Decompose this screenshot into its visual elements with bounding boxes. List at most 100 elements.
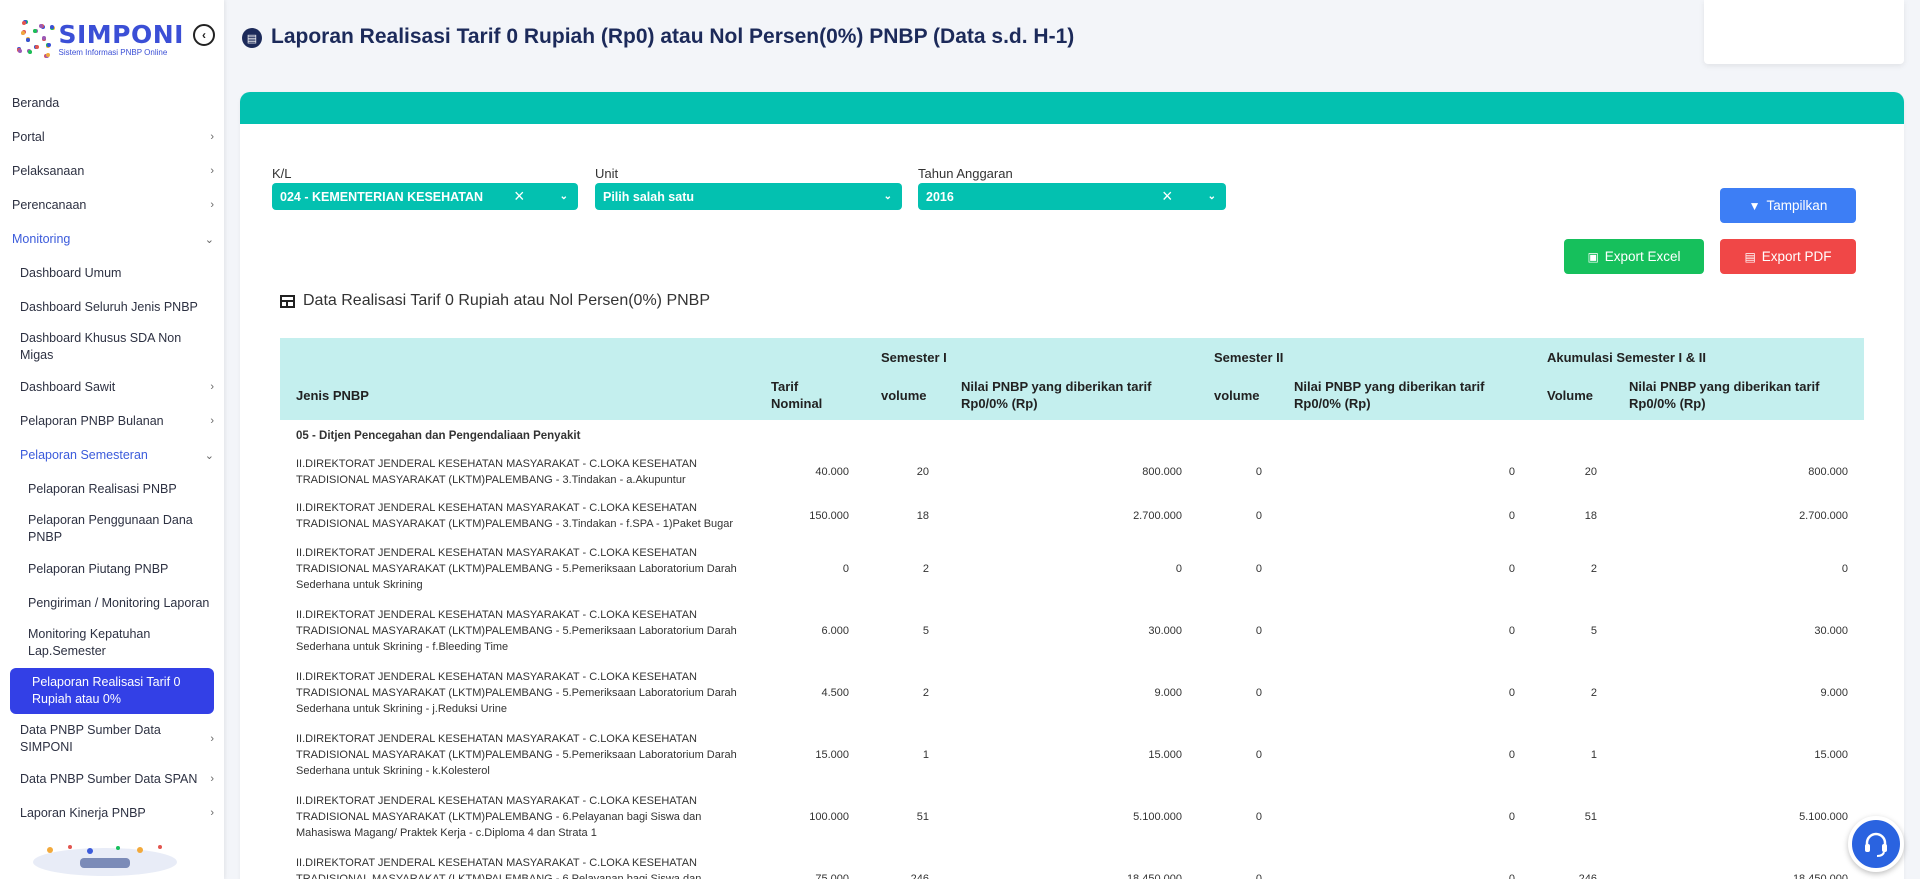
sidebar-item-pelaksanaan[interactable]: Pelaksanaan › [0, 154, 224, 188]
logo-icon [14, 17, 55, 61]
tahun-select-value: 2016 [926, 189, 954, 204]
cell-volume-s1: 5 [922, 625, 929, 637]
logo-dot [17, 48, 22, 53]
logo[interactable]: SIMPONI Sistem Informasi PNBP Online [14, 16, 184, 62]
page-title: Laporan Realisasi Tarif 0 Rupiah (Rp0) a… [271, 25, 1075, 48]
cell-tarif: 150.000 [809, 510, 849, 522]
cell-nilai-s2: 0 [1508, 563, 1515, 575]
logo-dot [46, 42, 51, 47]
sidebar-item-label: Pelaporan Semesteran [20, 448, 148, 462]
sidebar-item-label: Data PNBP Sumber Data SIMPONI [20, 723, 161, 754]
user-panel[interactable] [1704, 0, 1904, 64]
cell-volume-total: 246 [1578, 873, 1597, 879]
cell-volume-s2: 0 [1255, 811, 1262, 823]
chevron-down-icon: ⌄ [883, 191, 892, 202]
collapse-sidebar-button[interactable]: ‹ [193, 24, 215, 46]
sidebar-item-pelaporan-realisasi[interactable]: Pelaporan Realisasi PNBP [0, 472, 224, 506]
sidebar-item-label: Laporan Kinerja PNBP [20, 806, 146, 820]
cell-volume-total: 20 [1584, 466, 1597, 478]
clear-icon[interactable]: × [514, 186, 525, 207]
sidebar-item-pengiriman[interactable]: Pengiriman / Monitoring Laporan [0, 586, 224, 620]
sidebar-item-pelaporan-piutang[interactable]: Pelaporan Piutang PNBP [0, 552, 224, 586]
cell-volume-s1: 246 [910, 873, 929, 879]
cell-volume-s2: 0 [1255, 466, 1262, 478]
sidebar-item-dashboard-umum[interactable]: Dashboard Umum [0, 256, 224, 290]
cell-nilai-s1: 18.450.000 [1126, 873, 1182, 879]
table-row: II.DIREKTORAT JENDERAL KESEHATAN MASYARA… [280, 786, 1864, 848]
col-nilai-s1: Nilai PNBP yang diberikan tarif Rp0/0% (… [961, 379, 1152, 411]
sidebar-item-monitoring-kepatuhan[interactable]: Monitoring Kepatuhan Lap.Semester [0, 620, 224, 666]
help-chat-button[interactable] [1848, 816, 1904, 872]
cell-nilai-s2: 0 [1508, 510, 1515, 522]
tampilkan-button[interactable]: ▼ Tampilkan [1720, 188, 1856, 223]
kl-select[interactable]: 024 - KEMENTERIAN KESEHATAN × ⌄ [272, 183, 578, 210]
sidebar-item-portal[interactable]: Portal › [0, 120, 224, 154]
filter-icon: ▼ [1748, 198, 1761, 213]
sidebar-item-label: Dashboard Khusus SDA Non Migas [20, 331, 182, 362]
sidebar-item-label: Pelaksanaan [12, 164, 85, 178]
sidebar-item-data-simponi[interactable]: Data PNBP Sumber Data SIMPONI › [0, 716, 224, 762]
sidebar-item-label: Perencanaan [12, 198, 87, 212]
sidebar-item-dashboard-sawit[interactable]: Dashboard Sawit › [0, 370, 224, 404]
chevron-down-icon: ⌄ [1207, 191, 1216, 202]
sidebar-menu: Beranda Portal › Pelaksanaan › Perencanaan… [0, 86, 224, 830]
sidebar-item-label: Pelaporan Piutang PNBP [28, 562, 169, 576]
kl-select-value: 024 - KEMENTERIAN KESEHATAN [280, 189, 484, 204]
sidebar-item-data-span[interactable]: Data PNBP Sumber Data SPAN › [0, 762, 224, 796]
chevron-right-icon: › [210, 381, 214, 393]
sidebar-item-label: Pengiriman / Monitoring Laporan [28, 596, 210, 610]
cell-nilai-total: 5.100.000 [1799, 811, 1848, 823]
sidebar-item-label: Monitoring [12, 232, 71, 246]
logo-dot [26, 37, 31, 42]
cell-volume-total: 5 [1590, 625, 1597, 637]
clear-icon[interactable]: × [1162, 186, 1173, 207]
sidebar-item-label: Beranda [12, 96, 60, 110]
sidebar-item-label: Monitoring Kepatuhan Lap.Semester [28, 627, 151, 658]
chevron-left-icon: ‹ [202, 28, 206, 42]
sidebar-item-pelaporan-penggunaan[interactable]: Pelaporan Penggunaan Dana PNBP [0, 506, 224, 552]
cell-tarif: 40.000 [815, 466, 849, 478]
chevron-down-icon: ⌄ [204, 233, 214, 246]
cell-nilai-s2: 0 [1508, 625, 1515, 637]
export-excel-button[interactable]: ▣ Export Excel [1564, 239, 1704, 274]
col-volume-total: Volume [1547, 387, 1593, 403]
cell-tarif: 75.000 [815, 873, 849, 879]
sidebar-item-label: Portal [12, 130, 45, 144]
table-row: II.DIREKTORAT JENDERAL KESEHATAN MASYARA… [280, 724, 1864, 786]
cell-volume-s2: 0 [1255, 687, 1262, 699]
export-pdf-button[interactable]: ▤ Export PDF [1720, 239, 1856, 274]
unit-select[interactable]: Pilih salah satu ⌄ [595, 183, 902, 210]
logo-dot [34, 44, 39, 49]
sidebar-item-label: Dashboard Sawit [20, 380, 116, 394]
sidebar-item-dashboard-sda[interactable]: Dashboard Khusus SDA Non Migas [0, 324, 224, 370]
table-group-row: 05 - Ditjen Pencegahan dan Pengendaliaan… [280, 420, 1864, 450]
cell-nilai-total: 0 [1841, 563, 1848, 575]
cell-jenis: II.DIREKTORAT JENDERAL KESEHATAN MASYARA… [296, 502, 734, 530]
tahun-select[interactable]: 2016 × ⌄ [918, 183, 1226, 210]
header-semester-2: Semester II [1214, 349, 1284, 365]
logo-dot [21, 31, 26, 36]
report-table: Semester I Semester II Akumulasi Semeste… [280, 338, 1864, 879]
sidebar-item-laporan-kinerja[interactable]: Laporan Kinerja PNBP › [0, 796, 224, 830]
sidebar-item-beranda[interactable]: Beranda [0, 86, 224, 120]
chevron-down-icon: ⌄ [204, 449, 214, 462]
cell-jenis: II.DIREKTORAT JENDERAL KESEHATAN MASYARA… [296, 795, 702, 839]
cell-volume-total: 2 [1590, 563, 1597, 575]
sidebar-item-realisasi-tarif-0[interactable]: Pelaporan Realisasi Tarif 0 Rupiah atau … [10, 668, 214, 714]
cell-nilai-s1: 30.000 [1148, 625, 1182, 637]
logo-title: SIMPONI [58, 19, 184, 49]
sidebar-item-monitoring[interactable]: Monitoring ⌄ [0, 222, 224, 256]
sidebar-item-pelaporan-semesteran[interactable]: Pelaporan Semesteran ⌄ [0, 438, 224, 472]
sidebar-item-dashboard-seluruh[interactable]: Dashboard Seluruh Jenis PNBP [0, 290, 224, 324]
sidebar-item-pelaporan-bulanan[interactable]: Pelaporan PNBP Bulanan › [0, 404, 224, 438]
cell-nilai-total: 30.000 [1814, 625, 1848, 637]
sidebar-item-perencanaan[interactable]: Perencanaan › [0, 188, 224, 222]
cell-jenis: II.DIREKTORAT JENDERAL KESEHATAN MASYARA… [296, 609, 737, 653]
chevron-right-icon: › [210, 773, 214, 785]
cell-volume-s2: 0 [1255, 749, 1262, 761]
tampilkan-label: Tampilkan [1766, 198, 1828, 213]
cell-volume-total: 18 [1584, 510, 1597, 522]
sidebar-item-label: Dashboard Seluruh Jenis PNBP [20, 300, 198, 314]
cell-tarif: 0 [842, 563, 849, 575]
table-row: II.DIREKTORAT JENDERAL KESEHATAN MASYARA… [280, 450, 1864, 494]
